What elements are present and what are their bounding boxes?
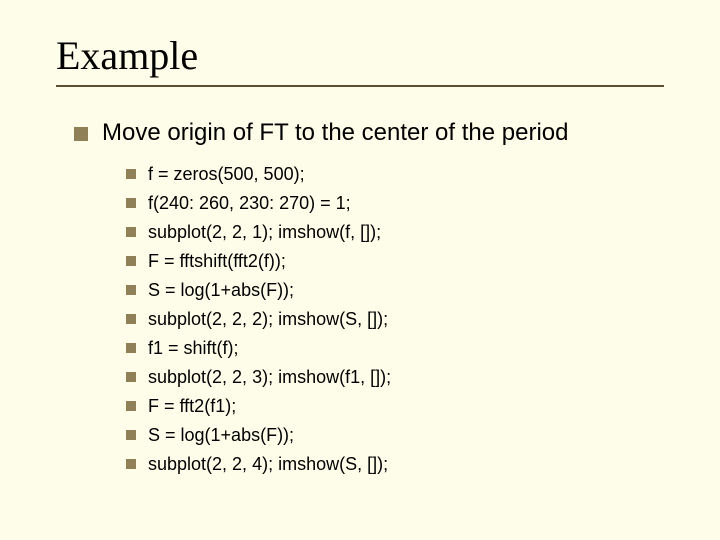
list-item: subplot(2, 2, 3); imshow(f1, []); bbox=[126, 364, 664, 391]
sub-bullet-text: f = zeros(500, 500); bbox=[148, 161, 305, 188]
bullet-square-icon bbox=[126, 169, 136, 179]
main-bullet-text: Move origin of FT to the center of the p… bbox=[102, 119, 568, 147]
bullet-square-icon bbox=[126, 372, 136, 382]
sub-bullet-text: subplot(2, 2, 4); imshow(S, []); bbox=[148, 451, 388, 478]
list-item: f1 = shift(f); bbox=[126, 335, 664, 362]
sub-bullet-text: F = fft2(f1); bbox=[148, 393, 236, 420]
sub-bullet-text: subplot(2, 2, 2); imshow(S, []); bbox=[148, 306, 388, 333]
sub-bullet-text: subplot(2, 2, 3); imshow(f1, []); bbox=[148, 364, 391, 391]
list-item: subplot(2, 2, 1); imshow(f, []); bbox=[126, 219, 664, 246]
bullet-square-icon bbox=[126, 227, 136, 237]
sub-bullet-text: f(240: 260, 230: 270) = 1; bbox=[148, 190, 351, 217]
list-item: f(240: 260, 230: 270) = 1; bbox=[126, 190, 664, 217]
bullet-square-icon bbox=[126, 198, 136, 208]
sub-bullet-text: F = fftshift(fft2(f)); bbox=[148, 248, 286, 275]
sub-bullet-text: f1 = shift(f); bbox=[148, 335, 239, 362]
bullet-square-icon bbox=[126, 314, 136, 324]
bullet-square-icon bbox=[74, 127, 88, 141]
list-item: F = fft2(f1); bbox=[126, 393, 664, 420]
list-item: F = fftshift(fft2(f)); bbox=[126, 248, 664, 275]
list-item: f = zeros(500, 500); bbox=[126, 161, 664, 188]
bullet-square-icon bbox=[126, 430, 136, 440]
bullet-square-icon bbox=[126, 401, 136, 411]
list-item: subplot(2, 2, 2); imshow(S, []); bbox=[126, 306, 664, 333]
bullet-square-icon bbox=[126, 256, 136, 266]
sub-bullet-text: S = log(1+abs(F)); bbox=[148, 277, 294, 304]
list-item: subplot(2, 2, 4); imshow(S, []); bbox=[126, 451, 664, 478]
bullet-square-icon bbox=[126, 285, 136, 295]
bullet-square-icon bbox=[126, 459, 136, 469]
bullet-square-icon bbox=[126, 343, 136, 353]
main-bullet-row: Move origin of FT to the center of the p… bbox=[74, 119, 664, 147]
list-item: S = log(1+abs(F)); bbox=[126, 277, 664, 304]
title-underline bbox=[56, 85, 664, 87]
sub-bullet-text: S = log(1+abs(F)); bbox=[148, 422, 294, 449]
slide-title: Example bbox=[56, 32, 664, 79]
list-item: S = log(1+abs(F)); bbox=[126, 422, 664, 449]
sub-bullet-text: subplot(2, 2, 1); imshow(f, []); bbox=[148, 219, 381, 246]
sub-bullet-list: f = zeros(500, 500); f(240: 260, 230: 27… bbox=[126, 161, 664, 478]
